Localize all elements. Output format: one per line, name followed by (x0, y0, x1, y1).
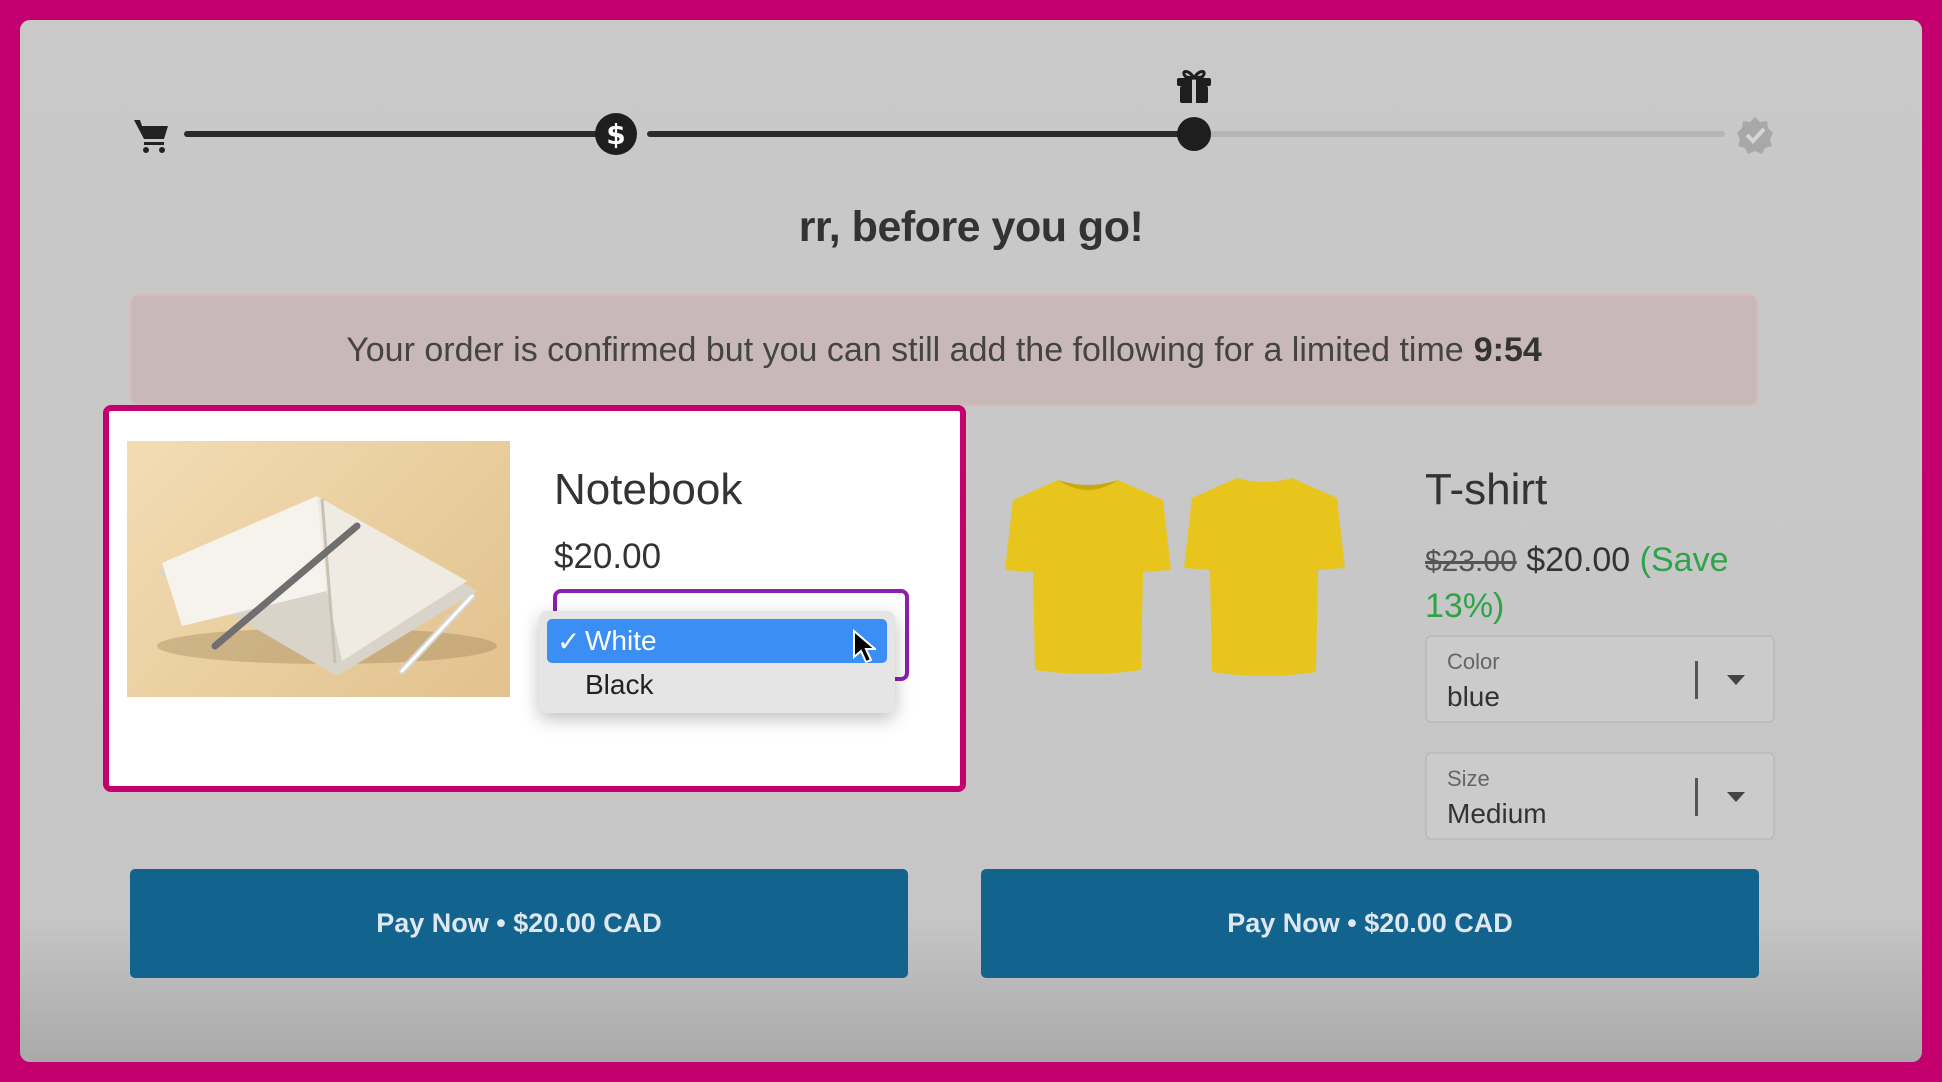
tshirt-price: $20.00 (1526, 541, 1631, 579)
progress-current-marker (1177, 117, 1211, 151)
dollar-icon: $ (595, 113, 637, 155)
dropdown-option-white[interactable]: ✓ White (547, 619, 887, 664)
order-confirmed-notice: Your order is confirmed but you can stil… (130, 294, 1758, 406)
mouse-cursor-icon (853, 629, 876, 664)
tshirt-price-block: $23.00 $20.00 (Save 13%) (1425, 538, 1765, 629)
select-separator (1695, 661, 1698, 699)
progress-track-pending (1192, 131, 1725, 137)
tshirt-size-select[interactable]: Size Medium (1425, 752, 1775, 840)
size-value: Medium (1447, 798, 1547, 829)
progress-track-complete-1 (184, 131, 604, 137)
chevron-down-icon (1727, 792, 1745, 802)
checkmark-icon: ✓ (557, 625, 581, 657)
progress-track-complete-2 (647, 131, 1192, 137)
tshirt-original-price: $23.00 (1425, 545, 1517, 578)
app-frame: $ rr, before you go! Your order is confi… (20, 20, 1922, 1062)
notebook-image (127, 441, 510, 697)
option-label: Black (585, 669, 654, 700)
notebook-price: $20.00 (554, 537, 662, 576)
tshirt-front-image (1003, 460, 1173, 690)
notebook-color-dropdown: ✓ White Black (539, 611, 895, 713)
tshirt-back-image (1182, 460, 1347, 690)
notebook-pay-now-button[interactable]: Pay Now • $20.00 CAD (130, 869, 908, 978)
tshirt-title: T-shirt (1425, 465, 1548, 514)
verified-badge-icon (1735, 115, 1775, 155)
select-separator (1695, 778, 1698, 816)
color-label: Color (1447, 649, 1500, 674)
tshirt-color-select[interactable]: Color blue (1425, 635, 1775, 723)
size-label: Size (1447, 766, 1490, 791)
checkout-progress: $ (20, 20, 1922, 180)
gift-icon (1174, 65, 1214, 105)
notice-text: Your order is confirmed but you can stil… (346, 330, 1464, 369)
dropdown-option-black[interactable]: Black (547, 663, 887, 707)
color-value: blue (1447, 681, 1500, 712)
notebook-title: Notebook (554, 465, 743, 514)
page-title: rr, before you go! (798, 203, 1144, 251)
option-label: White (585, 625, 657, 656)
chevron-down-icon (1727, 675, 1745, 685)
tshirt-pay-now-button[interactable]: Pay Now • $20.00 CAD (981, 869, 1759, 978)
cart-icon (132, 114, 172, 154)
countdown-timer: 9:54 (1473, 330, 1542, 369)
